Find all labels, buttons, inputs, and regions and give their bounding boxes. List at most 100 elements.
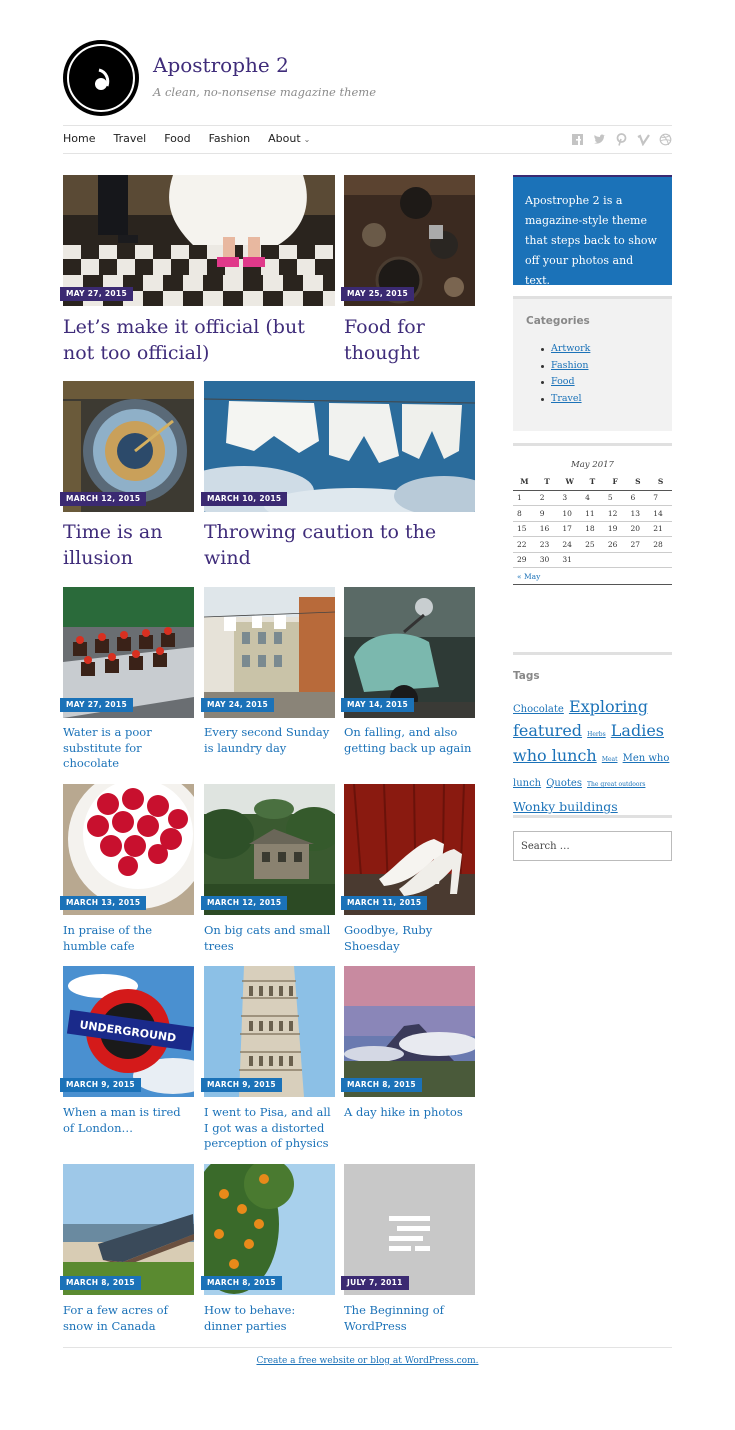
post-title[interactable]: When a man is tired of London… (63, 1105, 194, 1136)
calendar-day: 5 (603, 490, 627, 506)
calendar-prev-link[interactable]: « May (513, 568, 672, 585)
vimeo-icon[interactable] (637, 131, 650, 147)
nav-divider (63, 153, 672, 154)
post-title[interactable]: In praise of the humble cafe (63, 923, 194, 954)
calendar-day-header: T (581, 474, 604, 491)
calendar-day: 18 (581, 521, 604, 537)
site-title[interactable]: Apostrophe 2 (153, 53, 289, 77)
calendar-day: 29 (513, 552, 536, 568)
category-link[interactable]: Travel (541, 391, 659, 408)
post-title[interactable]: Goodbye, Ruby Shoesday (344, 923, 475, 954)
search-input[interactable] (513, 831, 672, 861)
footer-credit-link[interactable]: Create a free website or blog at WordPre… (0, 1356, 735, 1366)
calendar-day: 22 (513, 536, 536, 553)
tag-link[interactable]: Wonky buildings (513, 799, 618, 814)
post-date-badge: MARCH 9, 2015 (201, 1078, 282, 1092)
post-date-badge: MARCH 12, 2015 (60, 492, 147, 506)
calendar-day: 7 (649, 490, 672, 506)
post-title[interactable]: Food for thought (344, 314, 475, 366)
nav-about-label: About (268, 132, 301, 145)
post-title[interactable]: A day hike in photos (344, 1105, 475, 1121)
post-title[interactable]: Let’s make it official (but not too offi… (63, 314, 323, 366)
calendar-day (603, 552, 627, 568)
calendar-day-header: W (558, 474, 582, 491)
nav-fashion[interactable]: Fashion (209, 132, 251, 145)
post-date-badge: MARCH 9, 2015 (60, 1078, 141, 1092)
calendar-day: 12 (603, 505, 627, 522)
facebook-icon[interactable] (571, 131, 584, 145)
post-date-badge: MAY 14, 2015 (341, 698, 414, 712)
nav-food[interactable]: Food (164, 132, 190, 145)
post-date-badge: MARCH 8, 2015 (201, 1276, 282, 1290)
post-title[interactable]: Throwing caution to the wind (204, 519, 475, 571)
tag-link[interactable]: featured (513, 721, 582, 740)
post-date-badge: MARCH 8, 2015 (60, 1276, 141, 1290)
calendar-day: 27 (626, 536, 650, 553)
tag-link[interactable]: Exploring (569, 697, 648, 716)
calendar-day: 15 (513, 521, 536, 537)
nav-home[interactable]: Home (63, 132, 95, 145)
post-date-badge: MAY 27, 2015 (60, 698, 133, 712)
tag-link[interactable]: Chocolate (513, 704, 564, 715)
nav-about[interactable]: About ⌄ (268, 132, 310, 145)
post-date-badge: MAY 27, 2015 (60, 287, 133, 301)
post-date-badge: MARCH 13, 2015 (60, 896, 147, 910)
calendar-day: 11 (581, 505, 604, 522)
post-title[interactable]: The Beginning of WordPress (344, 1303, 475, 1334)
calendar-day: 1 (513, 490, 536, 506)
calendar-day: 17 (558, 521, 582, 537)
calendar-day: 3 (558, 490, 582, 506)
post-title[interactable]: How to behave: dinner parties (204, 1303, 335, 1334)
calendar-day: 19 (603, 521, 627, 537)
apostrophe-logo-icon (95, 68, 110, 90)
post-title[interactable]: Every second Sunday is laundry day (204, 725, 335, 756)
nav-travel[interactable]: Travel (113, 132, 146, 145)
calendar-day: 14 (649, 505, 672, 522)
tag-link[interactable]: Quotes (546, 778, 582, 789)
calendar-day: 16 (535, 521, 559, 537)
post-date-badge: MAY 25, 2015 (341, 287, 414, 301)
post-date-badge: MARCH 10, 2015 (201, 492, 288, 506)
post-title[interactable]: For a few acres of snow in Canada (63, 1303, 194, 1334)
chevron-down-icon: ⌄ (303, 135, 311, 144)
calendar-day-header: F (603, 474, 627, 491)
categories-title: Categories (526, 315, 590, 327)
post-date-badge: JULY 7, 2011 (341, 1276, 409, 1290)
twitter-icon[interactable] (593, 131, 606, 144)
dribbble-icon[interactable] (659, 131, 672, 146)
calendar-day: 28 (649, 536, 672, 553)
post-title[interactable]: On big cats and small trees (204, 923, 335, 954)
calendar-day: 26 (603, 536, 627, 553)
post-date-badge: MARCH 12, 2015 (201, 896, 288, 910)
calendar-widget: May 2017 M T W T F S S 1234567 8 9 10 11 12 1… (513, 443, 672, 585)
calendar-day-header: S (626, 474, 650, 491)
categories-widget: Categories Artwork Fashion Food Travel (513, 296, 672, 431)
post-date-badge: MAY 24, 2015 (201, 698, 274, 712)
footer-divider (63, 1347, 672, 1348)
calendar-day: 21 (649, 521, 672, 537)
header-divider (63, 125, 672, 126)
calendar-day: 9 (535, 505, 559, 522)
site-logo[interactable] (63, 40, 139, 116)
post-title[interactable]: On falling, and also getting back up aga… (344, 725, 475, 756)
post-title[interactable]: Time is an illusion (63, 519, 194, 571)
tags-widget: Tags Chocolate Exploring featured Herbs … (513, 652, 672, 817)
calendar-day: 25 (581, 536, 604, 553)
main-nav: Home Travel Food Fashion About ⌄ (63, 132, 328, 145)
pinterest-icon[interactable] (615, 131, 628, 146)
tag-link[interactable]: Herbs (587, 731, 606, 738)
tag-link[interactable]: The great outdoors (587, 781, 645, 788)
post-title[interactable]: Water is a poor substitute for chocolate (63, 725, 194, 772)
post-date-badge: MARCH 8, 2015 (341, 1078, 422, 1092)
site-description: A clean, no-nonsense magazine theme (153, 85, 377, 99)
category-link[interactable]: Fashion (541, 358, 659, 375)
tag-link[interactable]: Meat (602, 756, 618, 763)
calendar-day: 30 (535, 552, 559, 568)
calendar-day: 13 (626, 505, 650, 522)
category-link[interactable]: Food (541, 374, 659, 391)
category-link[interactable]: Artwork (541, 341, 659, 358)
post-title[interactable]: I went to Pisa, and all I got was a dist… (204, 1105, 335, 1152)
calendar-day: 24 (558, 536, 582, 553)
calendar-day (626, 552, 650, 568)
calendar-day (649, 552, 672, 568)
